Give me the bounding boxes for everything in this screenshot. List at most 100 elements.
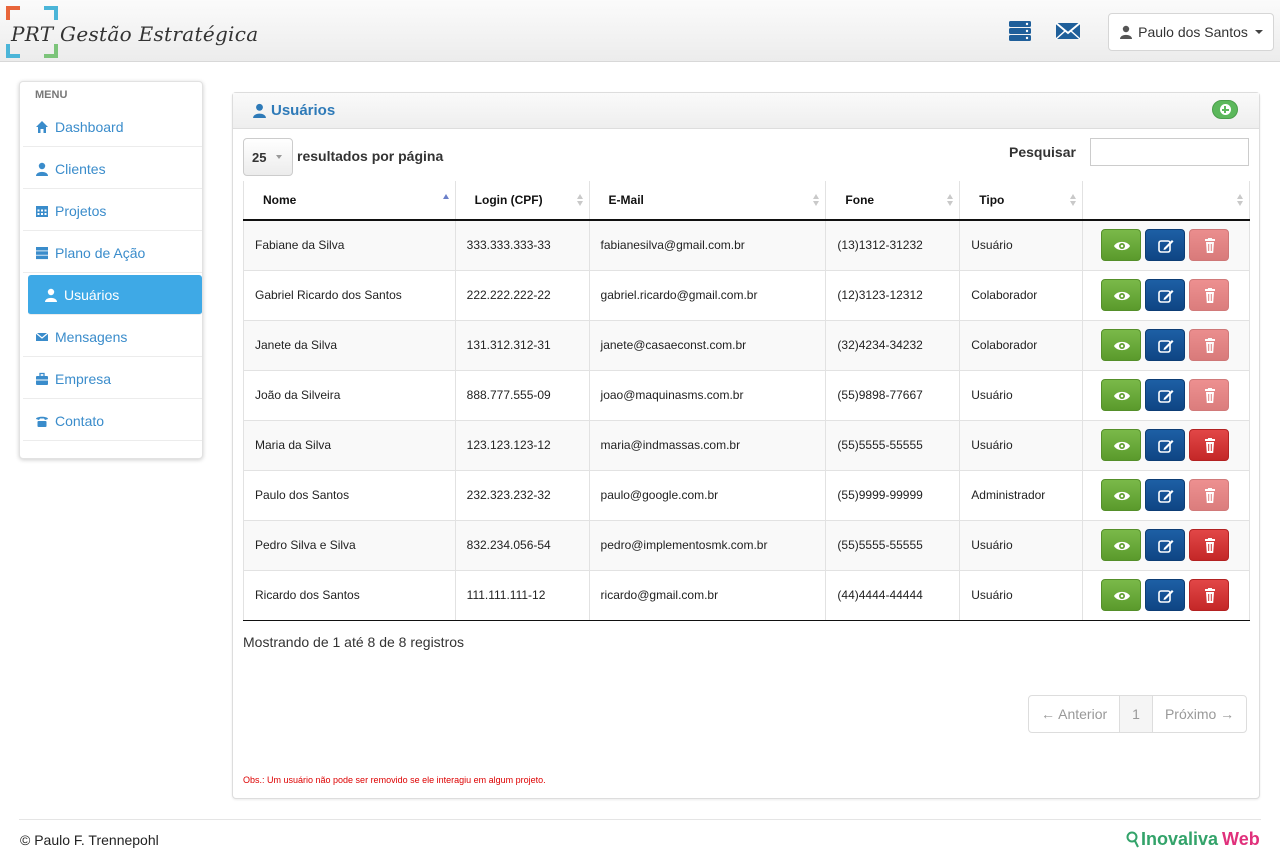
cell-fone: (55)9898-77667 (825, 370, 961, 421)
cell-fone: (44)4444-44444 (825, 570, 961, 621)
pagination-prev-button[interactable]: ← Anterior (1029, 696, 1121, 732)
sidebar-item-empresa[interactable]: Empresa (23, 359, 202, 399)
sidebar-item-label: Empresa (55, 370, 112, 387)
cell-nome: Paulo dos Santos (243, 470, 456, 521)
envelope-icon[interactable] (1055, 20, 1081, 42)
view-user-button[interactable] (1101, 579, 1142, 611)
edit-user-button[interactable] (1145, 379, 1186, 411)
column-header-tipo[interactable]: Tipo (959, 181, 1084, 221)
search-label: Pesquisar (1009, 144, 1076, 160)
panel-title: Usuários (252, 102, 335, 119)
view-user-button[interactable] (1101, 429, 1142, 461)
cell-actions (1082, 270, 1250, 321)
user-menu-button[interactable]: Paulo dos Santos (1108, 13, 1274, 51)
edit-user-button[interactable] (1145, 329, 1186, 361)
cell-email: joao@maquinasms.com.br (589, 370, 827, 421)
cell-nome: Maria da Silva (243, 420, 456, 471)
table-row: Paulo dos Santos 232.323.232-32 paulo@goog… (243, 470, 1250, 521)
chevron-down-icon (276, 155, 283, 159)
pagination: ← Anterior 1 Próximo → (1028, 695, 1248, 733)
table-row: Ricardo dos Santos 111.111.111-12 ricardo@… (243, 570, 1250, 621)
table-row: Pedro Silva e Silva 832.234.056-54 pedro@i… (243, 520, 1250, 571)
edit-user-button[interactable] (1145, 229, 1186, 262)
cell-email: janete@casaeconst.com.br (589, 320, 827, 371)
magnifier-icon (1126, 831, 1139, 847)
cell-nome: João da Silveira (243, 370, 456, 421)
cell-email: gabriel.ricardo@gmail.com.br (589, 270, 827, 321)
pagination-next-button[interactable]: Próximo → (1153, 696, 1246, 732)
cell-email: maria@indmassas.com.br (589, 420, 827, 471)
sort-icon (1070, 194, 1077, 206)
cell-nome: Ricardo dos Santos (243, 570, 456, 621)
column-header-fone[interactable]: Fone (825, 181, 961, 221)
sidebar-item-contato[interactable]: Contato (23, 401, 202, 441)
brand-logo[interactable]: PRT Gestão Estratégica (6, 6, 258, 58)
table-header-row: Nome Login (CPF) E-Mail Fone Tipo (243, 181, 1250, 221)
cell-login: 232.323.232-32 (455, 470, 590, 521)
cell-fone: (55)9999-99999 (825, 470, 961, 521)
sidebar-item-label: Mensagens (55, 328, 128, 345)
sidebar-item-label: Clientes (55, 160, 106, 177)
add-user-button[interactable] (1212, 100, 1238, 119)
cell-nome: Janete da Silva (243, 320, 456, 371)
edit-user-button[interactable] (1145, 579, 1186, 611)
cell-login: 333.333.333-33 (455, 220, 590, 271)
cell-fone: (55)5555-55555 (825, 420, 961, 471)
delete-user-button[interactable] (1189, 479, 1230, 511)
edit-user-button[interactable] (1145, 479, 1186, 511)
cell-email: paulo@google.com.br (589, 470, 827, 521)
cell-login: 888.777.555-09 (455, 370, 590, 421)
search-input[interactable] (1090, 138, 1249, 166)
top-navbar: PRT Gestão Estratégica Paulo dos Santos (0, 0, 1280, 62)
column-header-login[interactable]: Login (CPF) (455, 181, 590, 221)
cell-tipo: Usuário (959, 570, 1084, 621)
view-user-button[interactable] (1101, 529, 1142, 561)
edit-user-button[interactable] (1145, 279, 1186, 311)
briefcase-icon (36, 372, 48, 385)
delete-user-button[interactable] (1189, 229, 1230, 262)
sidebar-item-dashboard[interactable]: Dashboard (23, 107, 202, 147)
footer-brand-a: Inovaliva (1141, 829, 1219, 849)
server-icon (36, 246, 48, 259)
footer-brand-logo[interactable]: Inovaliva Web (1126, 829, 1260, 850)
cell-actions (1082, 570, 1250, 621)
delete-user-button[interactable] (1189, 329, 1230, 361)
page-length-select[interactable]: 25 (243, 138, 293, 176)
table-row: Fabiane da Silva 333.333.333-33 fabianesil… (243, 220, 1250, 271)
menu-heading: MENU (35, 89, 68, 101)
view-user-button[interactable] (1101, 229, 1142, 262)
delete-user-button[interactable] (1189, 279, 1230, 311)
column-label: Fone (845, 193, 875, 207)
sidebar-item-projetos[interactable]: Projetos (23, 191, 202, 231)
user-icon (1120, 25, 1133, 39)
edit-user-button[interactable] (1145, 529, 1186, 561)
column-header-email[interactable]: E-Mail (589, 181, 827, 221)
column-label: E-Mail (608, 193, 644, 207)
view-user-button[interactable] (1101, 479, 1142, 511)
delete-user-button[interactable] (1189, 529, 1230, 561)
column-header-actions[interactable] (1082, 181, 1250, 221)
delete-user-button[interactable] (1189, 379, 1230, 411)
sidebar-item-clientes[interactable]: Clientes (23, 149, 202, 189)
view-user-button[interactable] (1101, 329, 1142, 361)
cell-nome: Gabriel Ricardo dos Santos (243, 270, 456, 321)
view-user-button[interactable] (1101, 379, 1142, 411)
view-user-button[interactable] (1101, 279, 1142, 311)
cell-fone: (13)1312-31232 (825, 220, 961, 271)
cell-login: 123.123.123-12 (455, 420, 590, 471)
cell-tipo: Administrador (959, 470, 1084, 521)
column-header-nome[interactable]: Nome (243, 181, 456, 221)
sort-icon (947, 194, 954, 206)
pagination-page-button[interactable]: 1 (1120, 696, 1153, 732)
sidebar-item-usuarios[interactable]: Usuários (28, 275, 202, 315)
delete-user-button[interactable] (1189, 429, 1230, 461)
sort-ascending-icon (442, 194, 449, 206)
cell-tipo: Usuário (959, 520, 1084, 571)
cell-fone: (12)3123-12312 (825, 270, 961, 321)
sidebar-item-mensagens[interactable]: Mensagens (23, 317, 202, 357)
server-icon[interactable] (1007, 20, 1033, 42)
edit-user-button[interactable] (1145, 429, 1186, 461)
sidebar-item-plano-de-acao[interactable]: Plano de Ação (23, 233, 202, 273)
delete-user-button[interactable] (1189, 579, 1230, 611)
sidebar-item-label: Usuários (64, 286, 120, 303)
